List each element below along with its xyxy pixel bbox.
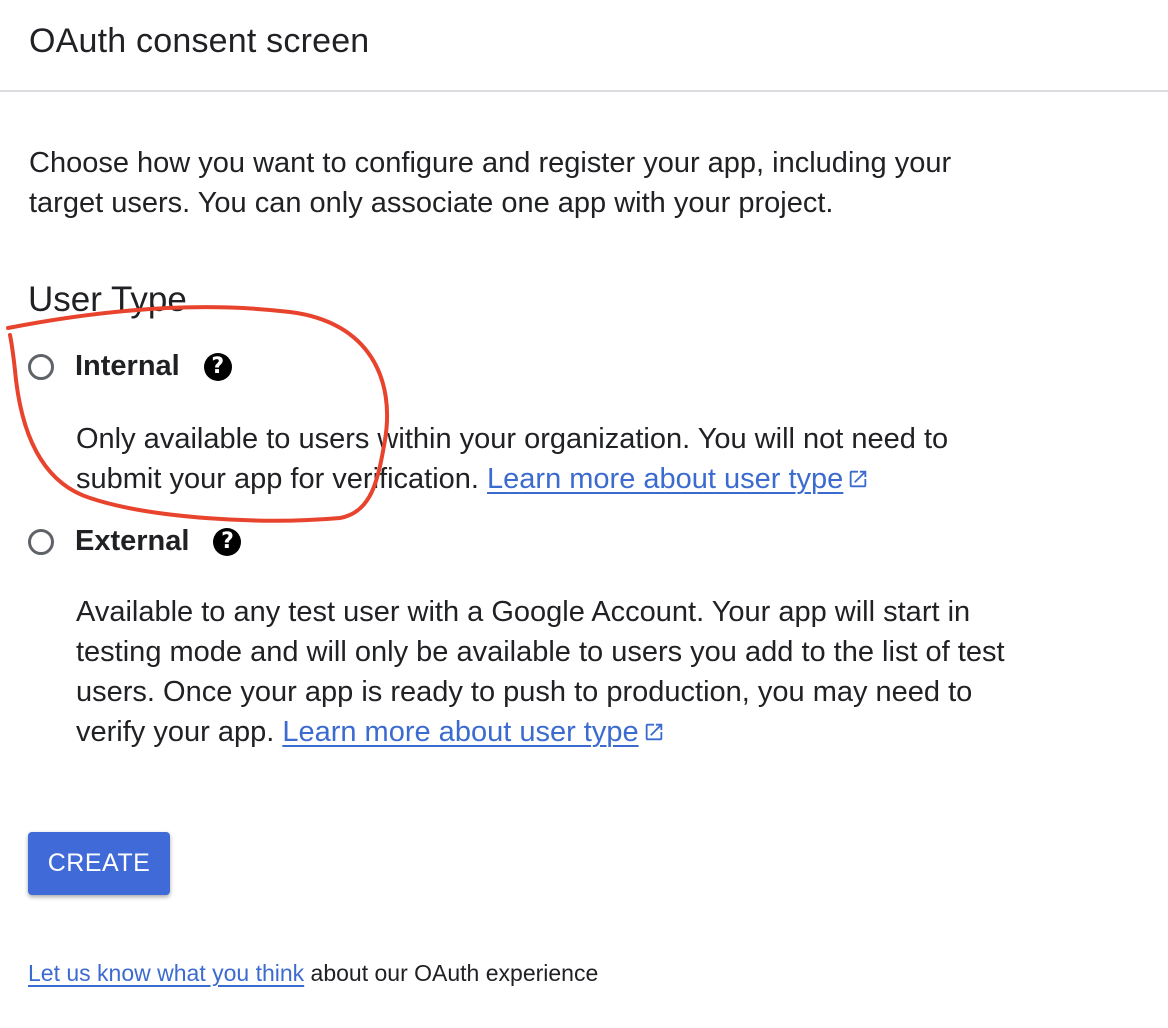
internal-radio-button[interactable] xyxy=(28,353,54,380)
external-description-line: verify your app. Learn more about user t… xyxy=(76,712,1066,752)
external-link-icon[interactable] xyxy=(643,721,665,743)
question-circle-icon[interactable]: ? xyxy=(203,352,232,381)
create-button[interactable]: CREATE xyxy=(28,832,170,895)
page-description: Choose how you want to configure and reg… xyxy=(29,143,1029,223)
feedback-text: about our OAuth experience xyxy=(304,960,599,986)
feedback-row: Let us know what you think about our OAu… xyxy=(28,960,598,987)
external-description-line: testing mode and will only be available … xyxy=(76,636,1005,668)
internal-description-line: submit your app for verification. Learn … xyxy=(76,459,1066,499)
radio-option-internal[interactable]: Internal ? xyxy=(28,350,232,383)
description-line: Choose how you want to configure and reg… xyxy=(29,147,952,179)
oauth-consent-page: OAuth consent screen Choose how you want… xyxy=(0,0,1168,1028)
page-title: OAuth consent screen xyxy=(29,22,370,60)
external-description: Available to any test user with a Google… xyxy=(76,592,1066,752)
learn-more-user-type-link[interactable]: Learn more about user type xyxy=(487,463,843,495)
external-description-text: verify your app. xyxy=(76,716,275,748)
description-line: target users. You can only associate one… xyxy=(29,187,834,219)
external-radio-label[interactable]: External xyxy=(75,525,189,558)
user-type-heading: User Type xyxy=(28,280,187,319)
radio-option-external[interactable]: External ? xyxy=(28,525,242,558)
external-link-icon[interactable] xyxy=(847,468,869,490)
external-radio-button[interactable] xyxy=(28,528,54,555)
internal-description-line: Only available to users within your orga… xyxy=(76,423,949,455)
question-circle-icon[interactable]: ? xyxy=(213,527,242,556)
external-description-line: Available to any test user with a Google… xyxy=(76,596,971,628)
internal-radio-label[interactable]: Internal xyxy=(75,350,180,383)
page-header: OAuth consent screen xyxy=(0,0,1168,92)
external-description-line: users. Once your app is ready to push to… xyxy=(76,676,973,708)
learn-more-user-type-link[interactable]: Learn more about user type xyxy=(282,716,638,748)
internal-description: Only available to users within your orga… xyxy=(76,419,1066,499)
internal-description-text: submit your app for verification. xyxy=(76,463,479,495)
feedback-link[interactable]: Let us know what you think xyxy=(28,960,304,986)
